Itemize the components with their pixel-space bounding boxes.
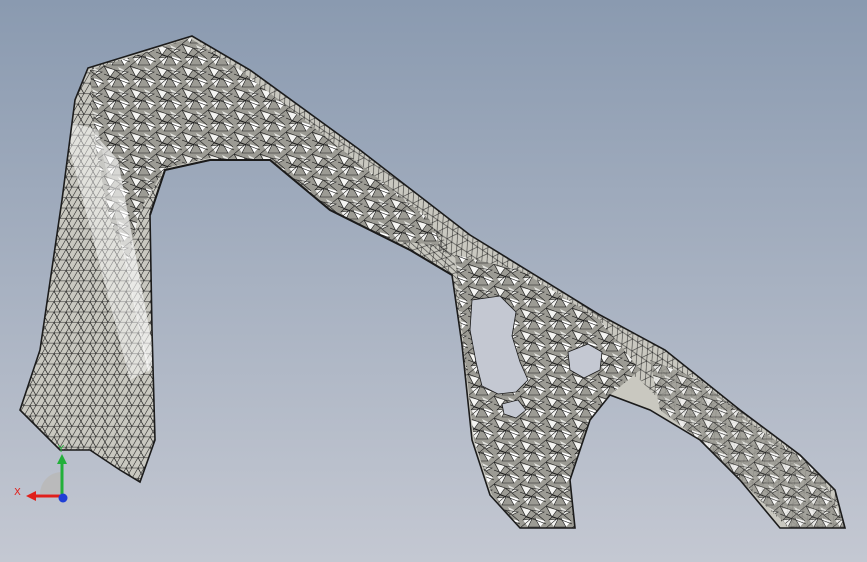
y-axis-arrowhead [57,454,67,464]
x-axis-arrowhead [26,491,36,501]
triad-quadrant [40,472,62,494]
x-axis-label: X [14,487,21,498]
z-axis-dot [58,493,68,503]
mesh-model[interactable] [0,0,867,562]
graphics-viewport[interactable]: X Y [0,0,867,562]
axis-triad: X Y [12,440,82,510]
y-axis-label: Y [57,444,65,455]
